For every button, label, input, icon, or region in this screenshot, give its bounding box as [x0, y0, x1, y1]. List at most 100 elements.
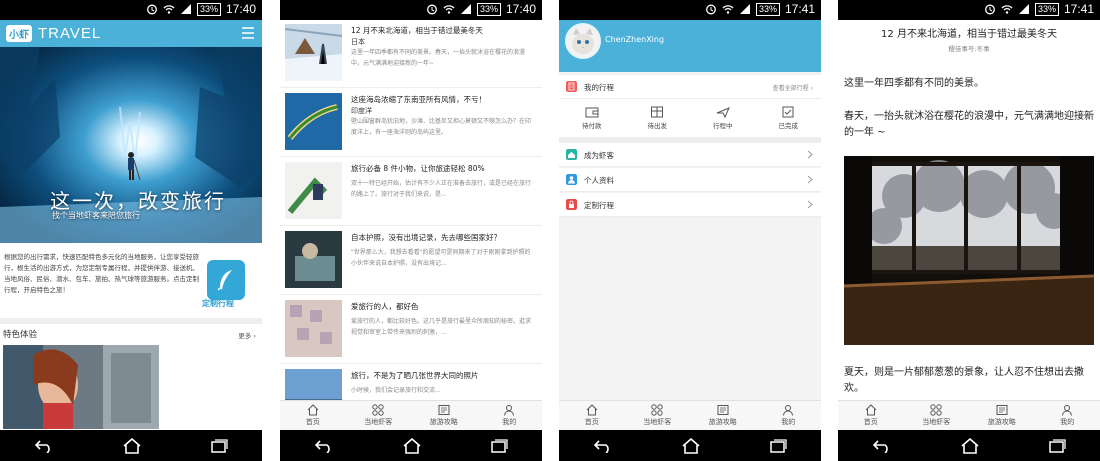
order-pending-departure[interactable]: 待出发 [625, 99, 691, 137]
tab-me[interactable]: 我的 [1035, 401, 1100, 430]
grid-icon [930, 404, 942, 416]
tab-me[interactable]: 我的 [756, 401, 822, 430]
more-link[interactable]: 更多 › [238, 330, 256, 340]
back-icon[interactable] [34, 439, 54, 453]
tab-me[interactable]: 我的 [477, 401, 543, 430]
tab-local-guides[interactable]: 当地虾客 [346, 401, 412, 430]
section-divider [0, 318, 262, 324]
house-icon [865, 404, 877, 416]
recent-apps-icon[interactable] [1048, 438, 1066, 453]
hamburger-menu-icon[interactable] [241, 26, 255, 40]
back-icon[interactable] [314, 439, 334, 453]
back-icon[interactable] [593, 439, 613, 453]
become-guide-row[interactable]: 成为虾客 [559, 143, 821, 167]
intro-text: 根据您的出行需求，快速匹配特色多元化的当地服务，让您享受轻旅行，根生活的出游方式… [4, 253, 199, 294]
home-icon[interactable] [122, 437, 142, 454]
tab-travel-guides[interactable]: 旅游攻略 [969, 401, 1035, 430]
bottom-tab-bar: 首页 当地虾客 旅游攻略 我的 [559, 400, 821, 430]
status-bar: 33% 17:41 [838, 0, 1100, 20]
alarm-icon [147, 4, 157, 15]
section-title: 特色体验 [3, 330, 38, 340]
guides-screen: 33% 17:40 12 月不来北海道，相当于错过最美冬天 日本 这里一年四季都… [280, 0, 542, 461]
tab-home[interactable]: 首页 [559, 401, 625, 430]
article-location: 印度洋 [351, 107, 372, 115]
article-desc: 小时候，我们会记录旅行和交流... [351, 387, 441, 394]
become-guide-label: 成为虾客 [584, 151, 614, 160]
article-desc: "世界那么大，我想去看看"的愿望可是同期来了对于刚刚拿到护照的小伙伴来说自本护照… [351, 249, 531, 267]
book-icon [996, 405, 1008, 415]
personal-info-row[interactable]: 个人资料 [559, 168, 821, 192]
app-header: 小虾 TRAVEL [0, 20, 262, 47]
article-author: 樱佳事号:冬事 [948, 45, 990, 53]
user-icon [1062, 405, 1073, 416]
tab-local-guides[interactable]: 当地虾客 [904, 401, 970, 430]
custom-trip-row[interactable]: 定制行程 [559, 193, 821, 217]
article-desc: 双十一特已经开始，估计有不少人正在准备去旅行，或是已经在旅行的路上了。旅行对于我… [351, 180, 532, 198]
username: ChenZhenXing [605, 35, 665, 44]
home-icon[interactable] [681, 437, 701, 454]
home-icon[interactable] [402, 437, 422, 454]
tab-label: 我的 [502, 418, 517, 426]
order-completed[interactable]: 已完成 [756, 99, 822, 137]
hero-banner[interactable]: 这一次，改变旅行 找个当地虾客来陪您旅行 [0, 47, 262, 243]
battery-indicator: 33% [196, 2, 221, 16]
tab-label: 旅游攻略 [987, 418, 1016, 426]
wifi-icon [163, 5, 175, 14]
tab-local-guides[interactable]: 当地虾客 [625, 401, 691, 430]
back-icon[interactable] [872, 439, 892, 453]
tab-label: 首页 [584, 418, 599, 426]
view-all-trips-link[interactable]: 查看全部行程 › [773, 83, 813, 92]
tab-label: 旅游攻略 [708, 418, 737, 426]
airplane-icon [716, 107, 730, 118]
order-pending-payment[interactable]: 待付款 [559, 99, 625, 137]
tab-home[interactable]: 首页 [838, 401, 904, 430]
tab-travel-guides[interactable]: 旅游攻略 [690, 401, 756, 430]
avatar[interactable] [565, 23, 601, 59]
my-trips-label: 我的行程 [584, 83, 614, 92]
recent-apps-icon[interactable] [210, 438, 228, 453]
list-item[interactable]: 爱旅行的人，都好色 爱旅行的人，都比较好色。这几乎是旅行最里众所周知的秘密。逛求… [280, 296, 542, 364]
list-item[interactable]: 旅行必备 8 件小物，让你旅途轻松 80% 双十一特已经开始，估计有不少人正在准… [280, 158, 542, 226]
article-desc: 爱旅行的人，都比较好色。这几乎是旅行最里众所周知的秘密。逛求视觉和审室上带传来强… [351, 318, 532, 336]
tab-label: 首页 [305, 418, 320, 426]
tab-label: 我的 [781, 418, 796, 426]
user-icon [504, 405, 515, 416]
article-title: 12 月不来北海道，相当于错过最美冬天 [881, 29, 1057, 40]
battery-indicator: 33% [476, 2, 501, 16]
signal-icon [739, 4, 750, 14]
list-item[interactable]: 自本护照，没有出境记录，先去哪些国家好？ "世界那么大，我想去看看"的愿望可是同… [280, 227, 542, 295]
recent-apps-icon[interactable] [490, 438, 508, 453]
status-bar: 33% 17:40 [0, 0, 262, 20]
view-all-label: 查看全部行程 [772, 85, 809, 92]
logo-badge: 小虾 [6, 25, 32, 42]
grid-icon [372, 404, 384, 416]
custom-trip-label[interactable]: 定制行程 [202, 298, 234, 309]
article-desc: 壁山围窗群岛犹旧地，沙滩、比基尼又担心莫顿又不够怎么办？在印度洋上，有一座海洋则… [351, 118, 532, 136]
custom-trip-button[interactable] [207, 260, 245, 300]
tab-travel-guides[interactable]: 旅游攻略 [411, 401, 477, 430]
list-item[interactable]: 12 月不来北海道，相当于错过最美冬天 日本 这里一年四季都有不同的美景。春天，… [280, 20, 542, 88]
clock: 17:41 [1063, 2, 1094, 16]
order-in-progress[interactable]: 行程中 [690, 99, 756, 137]
guide-badge-icon [566, 149, 577, 160]
alarm-icon [985, 4, 995, 15]
home-icon[interactable] [960, 437, 980, 454]
article-thumbnail [285, 24, 342, 81]
article-photo[interactable] [844, 156, 1094, 345]
article-thumbnail [285, 162, 342, 219]
feature-card-image[interactable] [3, 345, 159, 429]
app-logo[interactable]: 小虾 TRAVEL [6, 24, 101, 43]
personal-info-label: 个人资料 [584, 176, 614, 185]
tab-home[interactable]: 首页 [280, 401, 346, 430]
signal-icon [460, 4, 471, 14]
my-trips-row[interactable]: 我的行程 查看全部行程 › [559, 75, 821, 99]
article-paragraph: 这里一年四季都有不同的美景。 [844, 78, 984, 89]
chevron-right-icon [807, 150, 813, 159]
signal-icon [180, 4, 191, 14]
recent-apps-icon[interactable] [769, 438, 787, 453]
list-item[interactable]: 这座海岛浓缩了东南亚所有风情，不亏！ 印度洋 壁山围窗群岛犹旧地，沙滩、比基尼又… [280, 89, 542, 157]
user-icon [783, 405, 794, 416]
article-screen: 33% 17:41 12 月不来北海道，相当于错过最美冬天 樱佳事号:冬事 这里… [838, 0, 1100, 461]
tab-label: 旅游攻略 [429, 418, 458, 426]
tab-label: 当地虾客 [364, 418, 393, 426]
